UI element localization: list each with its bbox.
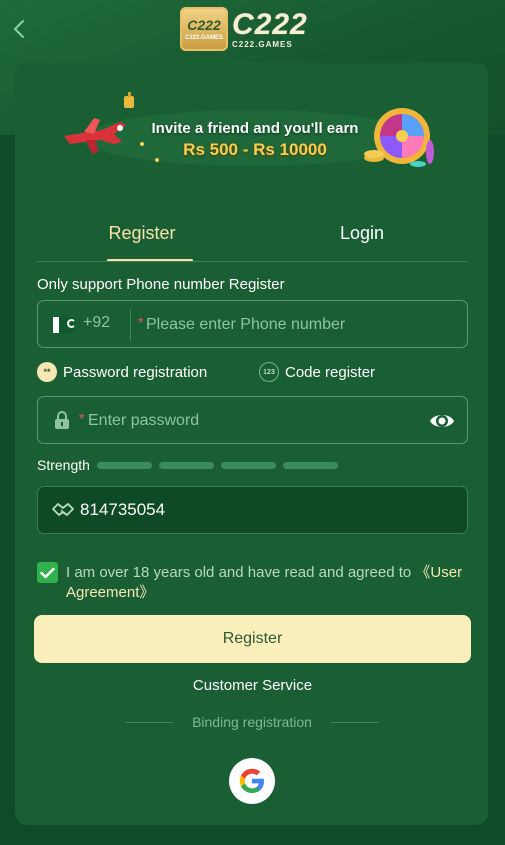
banner-headline: Invite a friend and you'll earn	[151, 120, 359, 137]
google-icon	[239, 768, 264, 793]
country-code[interactable]: +92	[83, 314, 110, 332]
brand-logo: C222 C222.GAMES C222 C222.GAMES	[180, 6, 325, 52]
phone-input[interactable]	[146, 311, 456, 339]
required-marker: *	[138, 314, 144, 330]
tab-register[interactable]: Register	[64, 218, 220, 260]
strength-bar	[96, 461, 152, 469]
chevron-left-icon	[14, 20, 24, 38]
logo-wordmark-text: C222	[232, 7, 308, 41]
invite-code-field[interactable]: 814735054	[37, 486, 468, 534]
binding-registration-divider: Binding registration	[125, 712, 379, 732]
password-dots-icon: **	[37, 362, 57, 382]
binding-registration-label: Binding registration	[192, 714, 312, 730]
code-register-option[interactable]: 123 Code register	[259, 362, 375, 382]
handshake-icon	[52, 503, 74, 516]
strength-label: Strength	[37, 457, 90, 473]
tabs-divider	[37, 261, 467, 262]
logo-badge-text: C222	[187, 17, 221, 33]
register-card	[15, 63, 488, 825]
registration-method-options: ** Password registration 123 Code regist…	[37, 362, 468, 384]
logo-wordmark: C222 C222.GAMES	[232, 7, 308, 49]
invite-banner[interactable]: Invite a friend and you'll earn Rs 500 -…	[62, 92, 442, 172]
strength-bar	[158, 461, 214, 469]
password-registration-label: Password registration	[63, 363, 208, 381]
divider-line	[125, 721, 173, 723]
register-button[interactable]: Register	[34, 615, 471, 663]
strength-bar	[220, 461, 276, 469]
support-notice: Only support Phone number Register	[37, 276, 285, 293]
strength-bar	[282, 461, 338, 469]
invite-code-value: 814735054	[80, 500, 166, 519]
auth-tabs: Register Login	[37, 218, 467, 262]
agreement-text: I am over 18 years old and have read and…	[66, 563, 466, 603]
back-button[interactable]	[8, 16, 30, 42]
number-code-icon: 123	[259, 362, 279, 382]
agreement-checkbox[interactable]	[37, 562, 58, 583]
google-login-button[interactable]	[229, 758, 275, 804]
logo-badge-subtext: C222.GAMES	[184, 35, 223, 41]
checkmark-icon	[40, 567, 55, 578]
password-registration-option[interactable]: ** Password registration	[37, 362, 207, 382]
coin-bag-icon	[124, 92, 134, 108]
password-input[interactable]	[88, 407, 418, 435]
crescent-icon	[67, 319, 76, 328]
logo-badge: C222 C222.GAMES	[180, 7, 228, 51]
divider-line	[330, 721, 379, 723]
lock-icon	[55, 411, 69, 429]
phone-field: +92 *	[37, 300, 468, 348]
agreement-statement: I am over 18 years old and have read and…	[66, 564, 416, 581]
tab-login[interactable]: Login	[284, 218, 440, 260]
required-marker: *	[79, 410, 85, 426]
customer-service-link[interactable]: Customer Service	[0, 677, 505, 694]
banner-reward-range: Rs 500 - Rs 10000	[183, 140, 327, 159]
password-strength-meter: Strength	[37, 457, 345, 473]
code-register-label: Code register	[285, 363, 376, 381]
eye-icon[interactable]	[429, 410, 455, 432]
password-field: *	[37, 396, 468, 444]
logo-domain-text: C222.GAMES	[232, 39, 293, 49]
phone-separator	[130, 309, 131, 341]
pakistan-flag-icon	[53, 317, 76, 333]
